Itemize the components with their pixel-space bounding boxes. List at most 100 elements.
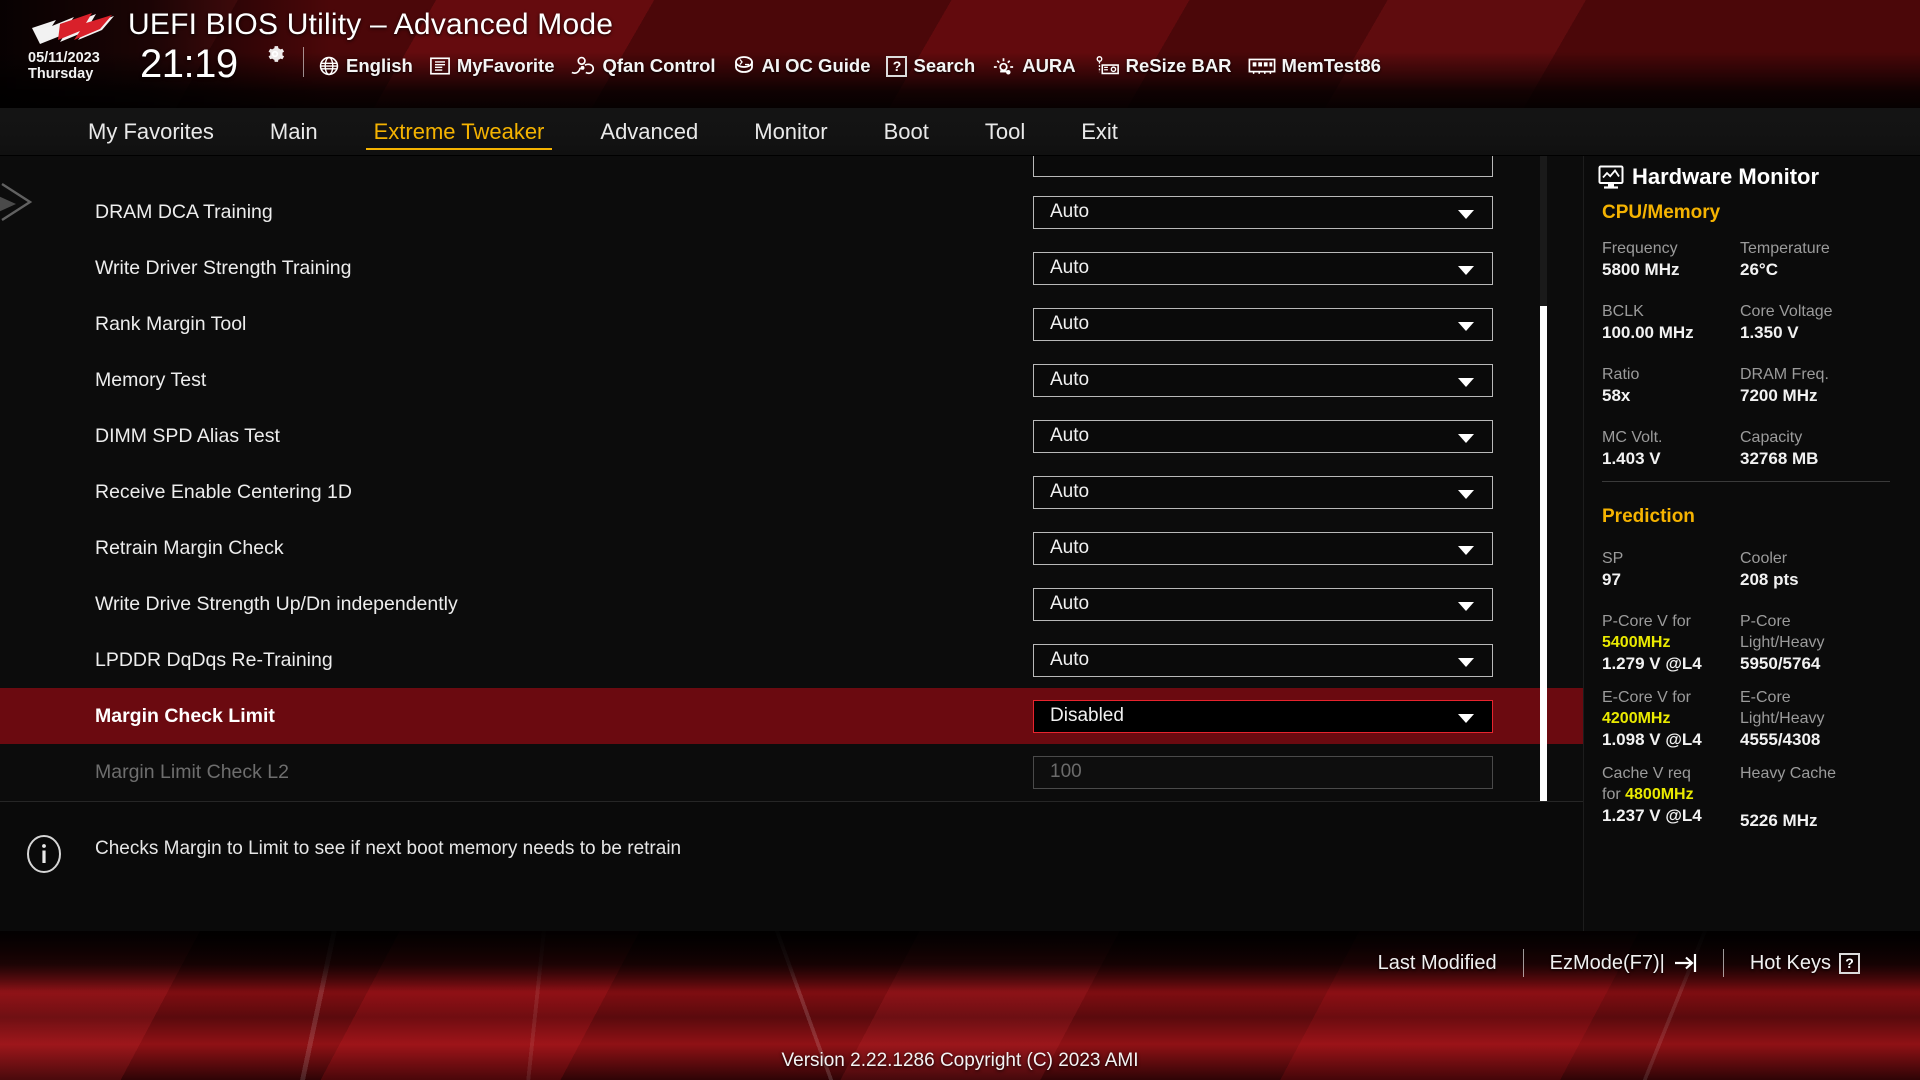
setting-dropdown[interactable]: Auto <box>1033 531 1493 565</box>
table-row[interactable]: Retrain Margin Check Auto <box>0 520 1583 576</box>
chevron-down-icon <box>1458 601 1474 611</box>
hw-value: 58x <box>1602 386 1631 406</box>
table-row[interactable]: DRAM DCA Training Auto <box>0 184 1583 240</box>
hw-key-highlight: 5400MHz <box>1602 634 1671 652</box>
setting-label: LPDDR DqDqs Re-Training <box>95 648 333 671</box>
hw-item-pcore-voltage: P-Core V for 5400MHz 1.279 V @L4 <box>1602 611 1702 676</box>
header-tool-qfan[interactable]: Qfan Control <box>570 52 716 80</box>
setting-value: Auto <box>1050 313 1090 334</box>
setting-dropdown[interactable]: Disabled <box>1033 699 1493 733</box>
chevron-down-icon <box>1458 209 1474 219</box>
date-text: 05/11/2023 <box>28 50 100 66</box>
table-row[interactable]: Rank Margin Tool Auto <box>0 296 1583 352</box>
ezmode-button[interactable]: EzMode(F7)| <box>1524 952 1723 975</box>
bios-screen: UEFI BIOS Utility – Advanced Mode 05/11/… <box>0 0 1920 1080</box>
memtest-icon <box>1248 58 1275 74</box>
resizebar-icon <box>1096 56 1119 75</box>
hw-key-prefix: for <box>1602 786 1621 804</box>
hw-key: MC Volt. <box>1602 429 1663 446</box>
hardware-monitor-label: Hardware Monitor <box>1632 164 1820 189</box>
table-row[interactable]: Memory Test Auto <box>0 352 1583 408</box>
setting-dropdown[interactable]: Auto <box>1033 643 1493 677</box>
setting-control[interactable] <box>1033 156 1493 177</box>
header-divider <box>303 47 304 77</box>
version-text: Version 2.22.1286 Copyright (C) 2023 AMI <box>781 1050 1139 1071</box>
setting-value: Auto <box>1050 649 1090 670</box>
datetime-block: 05/11/2023 Thursday <box>28 50 100 82</box>
hw-value: 97 <box>1602 570 1621 590</box>
tab-advanced[interactable]: Advanced <box>572 108 726 156</box>
hw-value: 1.098 V @L4 <box>1602 730 1702 750</box>
setting-dropdown[interactable]: Auto <box>1033 475 1493 509</box>
settings-row-list: DRAM DCA Training Auto Write Driver Stre… <box>0 156 1583 800</box>
aioc-icon <box>734 56 753 73</box>
hw-item-ecore-light-heavy: E-Core Light/Heavy 4555/4308 <box>1740 687 1825 752</box>
setting-dropdown[interactable]: Auto <box>1033 363 1493 397</box>
table-row[interactable]: Write Drive Strength Up/Dn independently… <box>0 576 1583 632</box>
hw-key: DRAM Freq. <box>1740 366 1829 383</box>
table-row-selected[interactable]: Margin Check Limit Disabled <box>0 688 1583 744</box>
scrollbar-thumb[interactable] <box>1540 306 1547 801</box>
footer-action-label: Hot Keys <box>1749 951 1831 974</box>
tab-label: Boot <box>883 119 929 144</box>
hw-key: E-Core <box>1740 689 1791 706</box>
hw-key: E-Core V for <box>1602 689 1691 706</box>
chevron-down-icon <box>1458 433 1474 443</box>
tab-label: Main <box>269 119 318 144</box>
setting-dropdown[interactable]: Auto <box>1033 307 1493 341</box>
hw-item-core-voltage: Core Voltage 1.350 V <box>1740 301 1833 345</box>
tab-monitor[interactable]: Monitor <box>726 108 855 156</box>
tab-boot[interactable]: Boot <box>856 108 957 156</box>
hw-key: Cache V req <box>1602 765 1691 782</box>
setting-dropdown[interactable]: Auto <box>1033 587 1493 621</box>
header-tool-language[interactable]: English <box>318 52 413 80</box>
tab-extreme-tweaker[interactable]: Extreme Tweaker <box>346 108 573 156</box>
hardware-monitor-panel: Hardware Monitor CPU/Memory Frequency 58… <box>1583 156 1920 931</box>
header-tool-myfavorite[interactable]: MyFavorite <box>429 52 554 80</box>
table-row[interactable]: LPDDR DqDqs Re-Training Auto <box>0 632 1583 688</box>
hw-key: Heavy Cache <box>1740 765 1837 782</box>
table-row[interactable] <box>0 156 1583 184</box>
hw-value: 1.279 V @L4 <box>1602 654 1702 674</box>
hot-keys-button[interactable]: Hot Keys ? <box>1724 952 1886 975</box>
hw-value: 5950/5764 <box>1740 654 1821 674</box>
tab-tool[interactable]: Tool <box>957 108 1053 156</box>
weekday-text: Thursday <box>28 66 94 83</box>
tab-main[interactable]: Main <box>242 108 346 156</box>
qfan-icon <box>572 56 595 75</box>
setting-dropdown[interactable]: Auto <box>1033 419 1493 453</box>
hw-item-sp: SP 97 <box>1602 548 1623 592</box>
help-text: Checks Margin to Limit to see if next bo… <box>95 838 682 859</box>
table-row-disabled: Margin Limit Check L2 100 <box>0 744 1583 800</box>
setting-value: Auto <box>1050 593 1090 614</box>
hw-item-cache-voltage: Cache V req for 4800MHz 1.237 V @L4 <box>1602 763 1702 828</box>
tab-label: Exit <box>1081 119 1118 144</box>
setting-dropdown[interactable]: Auto <box>1033 251 1493 285</box>
setting-value: Auto <box>1050 201 1090 222</box>
table-row[interactable]: Write Driver Strength Training Auto <box>0 240 1583 296</box>
setting-label: DIMM SPD Alias Test <box>95 424 280 447</box>
header-tool-label: Qfan Control <box>602 55 716 76</box>
settings-panel: DRAM DCA Training Auto Write Driver Stre… <box>0 156 1583 801</box>
setting-label: Margin Check Limit <box>95 704 275 727</box>
header-tool-memtest86[interactable]: MemTest86 <box>1248 52 1381 80</box>
tab-exit[interactable]: Exit <box>1053 108 1146 156</box>
gear-icon[interactable] <box>265 44 285 64</box>
tab-my-favorites[interactable]: My Favorites <box>60 108 242 156</box>
setting-value: Auto <box>1050 425 1090 446</box>
header-tool-aiocguide[interactable]: AI OC Guide <box>732 52 870 80</box>
last-modified-button[interactable]: Last Modified <box>1352 952 1523 975</box>
header-tool-aura[interactable]: AURA <box>991 52 1076 80</box>
hw-item-frequency: Frequency 5800 MHz <box>1602 238 1679 282</box>
chevron-down-icon <box>1458 713 1474 723</box>
ezmode-icon <box>1674 954 1696 972</box>
monitor-icon <box>1598 165 1624 189</box>
header-tool-search[interactable]: ? Search <box>886 52 975 80</box>
header-tool-resizebar[interactable]: ReSize BAR <box>1092 52 1232 80</box>
setting-dropdown[interactable]: Auto <box>1033 195 1493 229</box>
table-row[interactable]: DIMM SPD Alias Test Auto <box>0 408 1583 464</box>
setting-label: Rank Margin Tool <box>95 312 247 335</box>
table-row[interactable]: Receive Enable Centering 1D Auto <box>0 464 1583 520</box>
setting-value: Disabled <box>1050 705 1124 726</box>
hw-item-temperature: Temperature 26°C <box>1740 238 1830 282</box>
